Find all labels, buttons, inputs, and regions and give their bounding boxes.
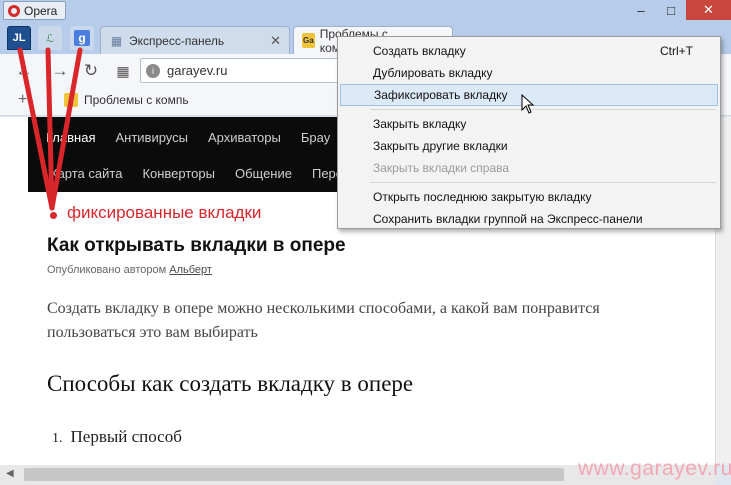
reload-icon[interactable]: ↻ [81,61,101,81]
close-icon[interactable]: ✕ [686,0,731,20]
site-nav-row-2: Карта сайта Конверторы Общение Пере [28,155,343,191]
app-name: Opera [24,3,58,18]
menu-item-label: Закрыть другие вкладки [373,139,508,153]
site-info-icon[interactable]: i [146,64,160,78]
annotation-dot [50,212,57,219]
site-nav-link[interactable]: Антивирусы [115,130,188,145]
site-nav-row-1: Главная Антивирусы Архиваторы Брау [28,119,330,155]
title-bar: Opera – □ ✕ [0,0,731,24]
close-tab-icon[interactable]: ✕ [270,33,281,49]
opera-logo-icon [8,4,20,17]
menu-item-close-tab[interactable]: Закрыть вкладку [340,113,718,135]
tab-express-panel[interactable]: ▦ Экспресс-панель ✕ [100,26,290,54]
menu-item-label: Сохранить вкладки группой на Экспресс-па… [373,212,643,226]
menu-item-close-other-tabs[interactable]: Закрыть другие вкладки [340,135,718,157]
menu-item-label: Зафиксировать вкладку [374,88,508,102]
menu-separator [370,109,716,110]
forward-icon[interactable]: → [50,61,70,81]
horizontal-scroll-thumb[interactable] [24,468,564,481]
pinned-tab-2[interactable]: ℒ [38,26,62,50]
site-nav-link[interactable]: Конверторы [142,166,215,181]
menu-item-new-tab[interactable]: Создать вкладку Ctrl+T [340,40,718,62]
back-icon[interactable]: ← [14,61,34,81]
google-icon: g [74,30,90,46]
bookmark-item[interactable]: Проблемы с компь [64,93,189,107]
author-link[interactable]: Альберт [169,264,212,276]
menu-item-reopen-closed-tab[interactable]: Открыть последнюю закрытую вкладку [340,186,718,208]
site-nav-link[interactable]: Архиваторы [208,130,281,145]
speed-dial-icon[interactable]: ▦ [113,61,133,81]
section-heading: Способы как создать вкладку в опере [47,371,414,396]
site-nav-link[interactable]: Общение [235,166,292,181]
speed-dial-tab-icon: ▦ [110,33,123,48]
scroll-left-icon[interactable]: ◀ [6,468,14,479]
site-nav-link[interactable]: Брау [301,130,330,145]
article-byline: Опубликовано автором Альберт [47,264,212,276]
bookmark-favicon-icon [64,93,78,107]
site-favicon-icon: Ga [302,33,315,48]
window-controls: – □ ✕ [626,0,731,20]
mouse-cursor-icon [521,94,535,114]
tab-context-menu: Создать вкладку Ctrl+T Дублировать вклад… [337,36,721,229]
url-text: garayev.ru [167,63,228,78]
tab-title: Экспресс-панель [129,33,225,48]
menu-item-label: Дублировать вкладку [373,66,493,80]
article-title: Как открывать вкладки в опере [47,235,346,256]
menu-item-label: Открыть последнюю закрытую вкладку [373,190,592,204]
watermark: www.garayev.ru [578,457,731,480]
annotation-label: фиксированные вкладки [67,203,262,222]
list-number: 1. [52,431,63,446]
menu-shortcut: Ctrl+T [660,44,693,58]
site-nav-link[interactable]: Карта сайта [50,166,122,181]
opera-menu-button[interactable]: Opera [3,1,67,20]
bookmark-label: Проблемы с компь [84,93,189,107]
list-item-text: Первый способ [70,427,182,446]
list-item: 1. Первый способ [52,427,182,447]
pinned-tab-jl[interactable]: JL [7,26,31,50]
menu-item-label: Создать вкладку [373,44,466,58]
minimize-icon[interactable]: – [626,0,656,20]
menu-item-save-tabs-to-speed-dial[interactable]: Сохранить вкладки группой на Экспресс-па… [340,208,718,230]
byline-prefix: Опубликовано автором [47,264,167,276]
menu-item-close-tabs-right: Закрыть вкладки справа [340,157,718,179]
menu-separator [370,182,716,183]
site-nav-link[interactable]: Главная [46,130,95,145]
pinned-tab-google[interactable]: g [70,26,94,50]
menu-item-label: Закрыть вкладку [373,117,467,131]
article-intro: Создать вкладку в опере можно нескольким… [47,300,600,341]
menu-item-duplicate-tab[interactable]: Дублировать вкладку [340,62,718,84]
maximize-icon[interactable]: □ [656,0,686,20]
menu-item-label: Закрыть вкладки справа [373,161,510,175]
add-bookmark-icon[interactable]: + [18,91,27,109]
